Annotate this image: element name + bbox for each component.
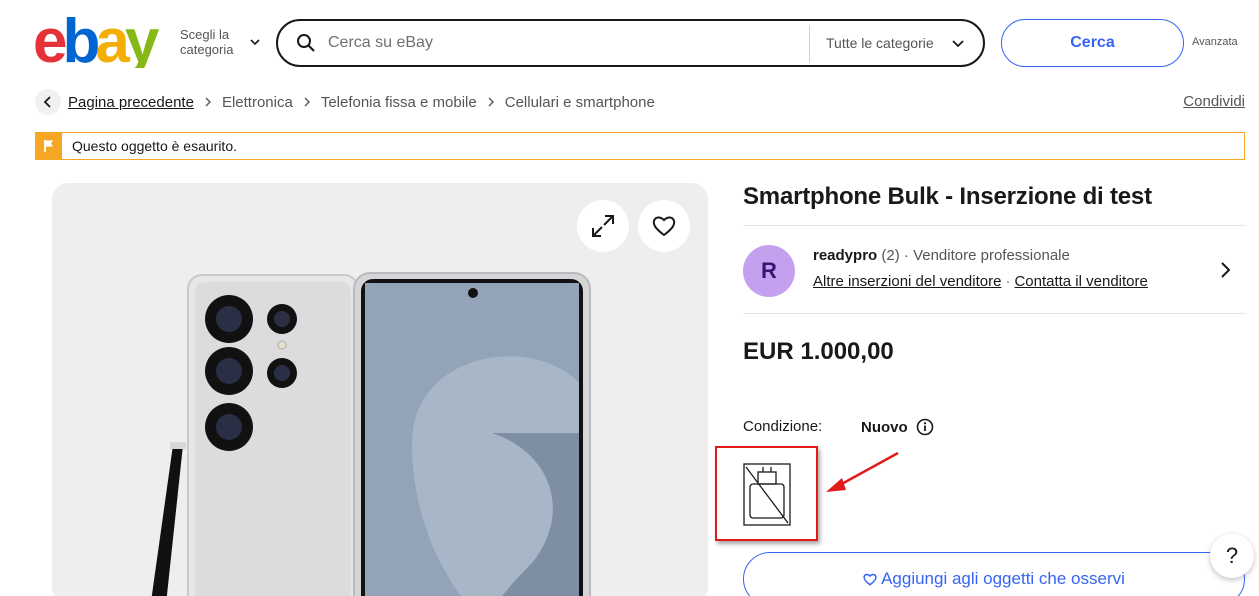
chevron-left-icon [43, 96, 51, 108]
seller-avatar: R [743, 245, 795, 297]
breadcrumb-item-elettronica[interactable]: Elettronica [222, 94, 293, 111]
category-select-label: Tutte le categorie [826, 35, 934, 51]
help-button[interactable]: ? [1210, 534, 1254, 578]
no-charger-icon [743, 463, 791, 526]
back-link[interactable]: Pagina precedente [68, 94, 194, 111]
heart-icon [863, 573, 877, 586]
listing-title: Smartphone Bulk - Inserzione di test [743, 183, 1152, 210]
contact-seller-link[interactable]: Contatta il venditore [1014, 273, 1147, 290]
condition-value-wrap: Nuovo [861, 418, 934, 436]
expand-icon [592, 215, 614, 237]
seller-name[interactable]: readypro [813, 247, 877, 264]
seller-links-separator: · [1005, 273, 1011, 290]
back-button[interactable] [35, 89, 61, 115]
advanced-search-link[interactable]: Avanzata [1192, 36, 1238, 48]
chevron-down-icon [952, 40, 964, 48]
search-divider [809, 25, 810, 63]
heart-icon [652, 216, 676, 237]
chevron-down-icon [250, 39, 260, 46]
seller-name-line: readypro (2) · Venditore professionale [813, 247, 1070, 264]
share-link[interactable]: Condividi [1183, 93, 1245, 110]
shop-by-category-label: Scegli la categoria [180, 27, 234, 57]
breadcrumb: Pagina precedente Elettronica Telefonia … [35, 89, 655, 115]
add-to-watchlist-button[interactable]: Aggiungi agli oggetti che osservi [743, 552, 1245, 596]
alert-text: Questo oggetto è esaurito. [72, 138, 237, 154]
ebay-logo[interactable]: ebay [33, 12, 165, 68]
price: EUR 1.000,00 [743, 338, 894, 365]
condition-label: Condizione: [743, 418, 823, 435]
svg-text:ebay: ebay [33, 12, 160, 68]
condition-value: Nuovo [861, 418, 908, 436]
seller-card: R readypro (2) · Venditore professionale… [743, 243, 1245, 297]
out-of-stock-alert: Questo oggetto è esaurito. [35, 132, 1245, 160]
category-select[interactable]: Tutte le categorie [826, 21, 964, 65]
search-icon [297, 34, 315, 52]
watch-heart-button[interactable] [638, 200, 690, 252]
fullscreen-button[interactable] [577, 200, 629, 252]
add-to-watchlist-label: Aggiungi agli oggetti che osservi [881, 569, 1125, 588]
seller-separator: · [903, 247, 909, 264]
search-button[interactable]: Cerca [1001, 19, 1184, 67]
other-listings-link[interactable]: Altre inserzioni del venditore [813, 273, 1001, 290]
breadcrumb-item-telefonia[interactable]: Telefonia fissa e mobile [321, 94, 477, 111]
divider [743, 225, 1245, 226]
divider [743, 313, 1245, 314]
shop-by-category-button[interactable]: Scegli la categoria [180, 27, 260, 57]
chevron-right-icon [488, 97, 494, 107]
seller-feedback: (2) [881, 247, 900, 264]
seller-type: Venditore professionale [913, 247, 1070, 264]
flag-icon [36, 133, 62, 159]
breadcrumb-item-cellulari[interactable]: Cellulari e smartphone [505, 94, 655, 111]
product-image-panel[interactable] [52, 183, 708, 596]
chevron-right-icon[interactable] [1219, 261, 1231, 279]
chevron-right-icon [304, 97, 310, 107]
chevron-right-icon [205, 97, 211, 107]
info-icon[interactable] [916, 418, 934, 436]
search-bar: Tutte le categorie [276, 19, 985, 67]
search-input[interactable] [328, 34, 798, 52]
seller-links: Altre inserzioni del venditore · Contatta … [813, 273, 1148, 290]
annotation-arrow [826, 451, 899, 492]
